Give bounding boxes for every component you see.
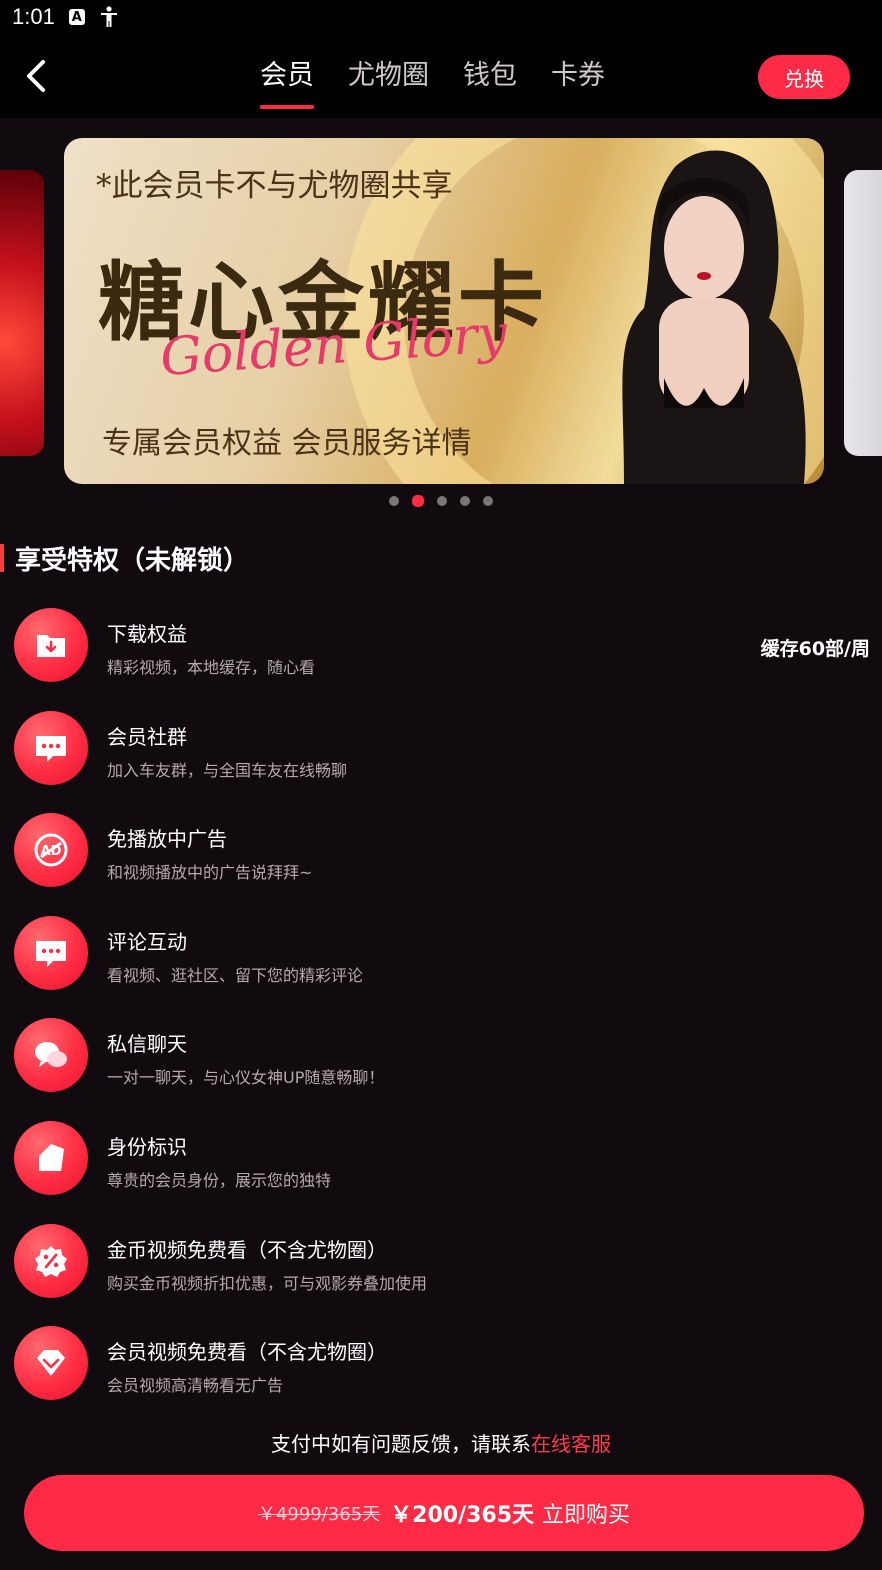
online-support-link[interactable]: 在线客服 [531,1432,611,1456]
svg-text:AD: AD [41,844,62,859]
previous-card-preview[interactable] [0,170,44,456]
banner-subtitle: 专属会员权益 会员服务详情 [102,426,472,461]
text-a-icon: A [68,9,85,25]
privilege-title: 评论互动 [107,929,187,954]
privilege-item-no-ads: AD 免播放中广告 和视频播放中的广告说拜拜~ [0,811,882,914]
privilege-desc: 会员视频高清畅看无广告 [107,1376,284,1396]
privilege-title: 金币视频免费看（不含尤物圈） [107,1237,387,1262]
privilege-item-community: 会员社群 加入车友群，与全国车友在线畅聊 [0,709,882,812]
original-price: ￥4999/365天 [257,1504,381,1525]
chevron-left-icon [27,60,45,92]
redeem-button[interactable]: 兑换 [758,55,850,99]
privilege-title: 身份标识 [107,1134,187,1159]
buy-now-button[interactable]: ￥4999/365天 ￥200/365天 立即购买 [24,1475,864,1551]
pagination-dot[interactable] [437,496,447,506]
privilege-extra: 缓存60部/周 [760,638,870,660]
privilege-title: 免播放中广告 [107,827,227,852]
privilege-item-identity: 身份标识 尊贵的会员身份，展示您的独特 [0,1119,882,1222]
section-title: 享受特权（未解锁） [15,545,250,576]
back-button[interactable] [18,56,54,96]
privilege-title: 下载权益 [107,622,187,646]
privilege-desc: 和视频播放中的广告说拜拜~ [107,863,313,883]
diamond-icon [14,1326,88,1401]
privilege-item-comments: 评论互动 看视频、逛社区、留下您的精彩评论 [0,914,882,1017]
privilege-item-private-chat: 私信聊天 一对一聊天，与心仪女神UP随意畅聊！ [0,1016,882,1119]
privilege-desc: 看视频、逛社区、留下您的精彩评论 [107,965,364,985]
discount-badge-icon [14,1223,88,1298]
pagination-dot[interactable] [389,496,399,506]
tab-wallet[interactable]: 钱包 [463,34,517,118]
tab-youwuquan[interactable]: 尤物圈 [348,34,429,118]
payment-feedback-notice: 支付中如有问题反馈，请联系在线客服 [0,1428,882,1457]
privilege-desc: 购买金币视频折扣优惠，可与观影券叠加使用 [107,1273,428,1293]
privilege-title: 私信聊天 [107,1032,187,1057]
private-message-icon [14,1018,88,1093]
status-time: 1:01 [12,4,55,29]
chat-bubble-icon [14,710,88,785]
carousel-pagination [0,495,882,508]
privilege-item-download: 下载权益 精彩视频，本地缓存，随心看 缓存60部/周 [0,606,882,709]
privilege-title: 会员视频免费看（不含尤物圈） [107,1340,387,1365]
identity-tag-icon [14,1120,88,1195]
privilege-desc: 精彩视频，本地缓存，随心看 [107,658,316,677]
tab-bar: 会员 尤物圈 钱包 卡券 [260,34,639,118]
tab-coupons[interactable]: 卡券 [551,34,605,118]
buy-now-label: 立即购买 [542,1503,631,1528]
accessibility-icon [99,6,119,27]
banner-note: *此会员卡不与尤物圈共享 [96,168,453,204]
pagination-dot[interactable] [460,496,470,506]
sale-price: ￥200/365天 [390,1503,535,1528]
membership-card-carousel[interactable]: *此会员卡不与尤物圈共享 糖心金耀卡 Golden Glory 专属会员权益 会… [0,118,882,518]
privilege-item-coin-videos: 金币视频免费看（不含尤物圈） 购买金币视频折扣优惠，可与观影券叠加使用 [0,1222,882,1325]
privilege-desc: 尊贵的会员身份，展示您的独特 [107,1170,332,1190]
model-photo [622,150,806,484]
download-folder-icon [14,608,88,682]
no-ad-icon: AD [14,813,88,888]
status-bar: 1:01 A [0,0,882,34]
privilege-desc: 加入车友群，与全国车友在线畅聊 [107,760,348,780]
feedback-text: 支付中如有问题反馈，请联系 [271,1432,531,1456]
section-accent-bar [0,544,4,572]
top-nav: 会员 尤物圈 钱包 卡券 兑换 [0,34,882,118]
pagination-dot[interactable] [483,496,493,506]
next-card-preview[interactable] [844,170,882,456]
tab-member[interactable]: 会员 [260,34,314,118]
privilege-title: 会员社群 [107,724,187,749]
pagination-dot-active[interactable] [412,495,424,507]
privilege-item-member-videos: 会员视频免费看（不含尤物圈） 会员视频高清畅看无广告 [0,1324,882,1427]
privilege-list: 下载权益 精彩视频，本地缓存，随心看 缓存60部/周 会员社群 加入车友群，与全… [0,606,882,1427]
comment-icon [14,915,88,990]
privileges-section-header: 享受特权（未解锁） [0,538,249,578]
golden-glory-card-banner[interactable]: *此会员卡不与尤物圈共享 糖心金耀卡 Golden Glory 专属会员权益 会… [64,138,824,484]
privilege-desc: 一对一聊天，与心仪女神UP随意畅聊！ [107,1068,385,1088]
